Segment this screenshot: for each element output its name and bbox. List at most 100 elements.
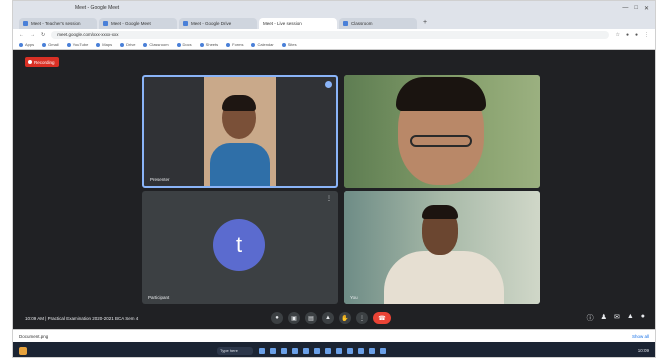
bookmark-icon [96,42,101,47]
profile-icon[interactable]: ● [635,32,638,38]
taskbar-app-icon[interactable] [314,347,320,354]
participant-tile-self[interactable]: You [344,191,540,304]
bookmark-item[interactable]: Forms [226,42,243,47]
raise-hand-icon[interactable]: ✋ [339,312,351,324]
bookmark-label: Forms [232,42,244,47]
taskbar-search[interactable]: Type here [217,346,253,355]
end-call-icon[interactable]: ☎ [373,312,391,324]
browser-tab[interactable]: Meet - Teacher's session [19,18,97,29]
bookmark-label: Apps [25,42,35,47]
meeting-info: 10:09 AM | Practical Examination 2020-20… [25,315,139,321]
meet-control-bar: 10:09 AM | Practical Examination 2020-20… [13,307,655,329]
bookmark-icon [226,42,231,47]
maximize-icon[interactable]: □ [634,5,638,12]
window-titlebar: Meet - Google Meet — □ ✕ [13,1,655,15]
browser-tab[interactable]: Classroom [339,18,417,29]
bookmark-label: Sheets [205,42,219,47]
camera-icon[interactable]: ▣ [288,312,300,324]
speaking-indicator-icon [325,81,332,88]
taskbar-app-icon[interactable] [259,347,265,354]
forward-icon[interactable]: → [30,32,35,38]
bookmark-item[interactable]: Docs [176,42,192,47]
taskbar-app-icon[interactable] [303,347,309,354]
taskbar-app-icon[interactable] [270,347,276,354]
bookmark-item[interactable]: YouTube [66,42,89,47]
bookmark-icon [19,42,23,47]
bookmark-label: Classroom [149,42,169,47]
bookmark-item[interactable]: Maps [96,42,112,47]
video-person-body [210,143,270,186]
bookmark-item[interactable]: Calendar [251,42,274,47]
taskbar-app-icon[interactable] [358,347,364,354]
call-controls: ● ▣ ▤ ▲ ✋ ⋮ ☎ [271,312,391,324]
extensions-icon[interactable]: ● [626,32,629,38]
participant-tile-2[interactable] [344,75,540,188]
participant-tile-avatar[interactable]: ⋮ t Participant [142,191,338,304]
bookmark-item[interactable]: Sites [281,42,297,47]
taskbar-app-icon[interactable] [347,347,353,354]
bookmark-label: Sites [287,42,297,47]
bookmark-item[interactable]: Apps [19,42,34,47]
new-tab-button[interactable]: + [423,18,427,29]
more-options-icon[interactable]: ⋮ [326,195,332,202]
browser-tab[interactable]: Meet - Google Meet [99,18,177,29]
back-icon[interactable]: ← [19,32,24,38]
taskbar-app-icon[interactable] [369,347,375,354]
video-person-hair [222,95,256,111]
show-all-link[interactable]: Show all [632,334,649,339]
recording-badge: Recording [25,57,59,67]
more-icon[interactable]: ⋮ [356,312,368,324]
taskbar-app-icon[interactable] [281,347,287,354]
taskbar-apps [259,347,386,354]
window-controls: — □ ✕ [622,5,649,12]
star-icon[interactable]: ☆ [615,32,619,38]
bookmark-icon [251,42,256,47]
video-person-glasses [410,135,472,147]
minimize-icon[interactable]: — [622,5,628,12]
info-icon[interactable]: ⓘ [587,313,594,323]
browser-tab-active[interactable]: Meet - Live session [13,18,337,70]
mic-icon[interactable]: ● [271,312,283,324]
chat-icon[interactable]: ✉ [614,313,620,323]
bookmark-item[interactable]: Drive [120,42,135,47]
taskbar-app-icon[interactable] [292,347,298,354]
tab-favicon-icon [103,21,108,26]
window-title: Meet - Google Meet [75,5,120,11]
activities-icon[interactable]: ▲ [627,313,634,323]
tab-bar: Meet - Teacher's session Meet - Google M… [13,15,655,70]
people-icon[interactable]: ♟ [601,313,607,323]
bookmark-label: YouTube [72,42,89,47]
participant-tile-presenter[interactable]: Presenter [142,75,338,188]
taskbar-app-icon[interactable] [380,347,386,354]
clock-time: 10:09 [637,347,649,353]
bookmarks-bar: Apps Gmail YouTube Maps Drive Classroom … [13,40,655,50]
video-person-body [384,251,504,304]
bookmark-label: Drive [126,42,136,47]
participant-name: Participant [148,295,170,300]
tab-label: Meet - Live session [263,21,302,26]
present-icon[interactable]: ▲ [322,312,334,324]
menu-icon[interactable]: ⋮ [644,32,649,38]
bookmark-icon [66,42,71,47]
tab-label: Meet - Teacher's session [31,21,81,26]
bookmark-item[interactable]: Gmail [42,42,59,47]
bookmark-item[interactable]: Classroom [143,42,169,47]
bookmark-icon [281,42,286,47]
tab-favicon-icon [343,21,348,26]
bookmark-item[interactable]: Sheets [199,42,219,47]
url-input[interactable]: meet.google.com/xxx-xxxx-xxx [51,30,610,39]
browser-tab[interactable]: Meet - Google Drive [179,18,257,29]
reload-icon[interactable]: ↻ [41,32,45,38]
download-item[interactable]: Document.png [19,334,48,339]
close-icon[interactable]: ✕ [644,5,649,12]
taskbar-app-icon[interactable] [336,347,342,354]
participant-name: You [350,295,358,300]
start-icon[interactable] [19,346,27,355]
captions-icon[interactable]: ▤ [305,312,317,324]
taskbar-clock[interactable]: 10:09 [638,348,649,354]
tab-label: Classroom [351,21,373,26]
recording-dot-icon [28,60,32,64]
lock-icon[interactable]: ● [641,313,645,323]
taskbar-app-icon[interactable] [325,347,331,354]
tab-label: Meet - Google Drive [191,21,232,26]
